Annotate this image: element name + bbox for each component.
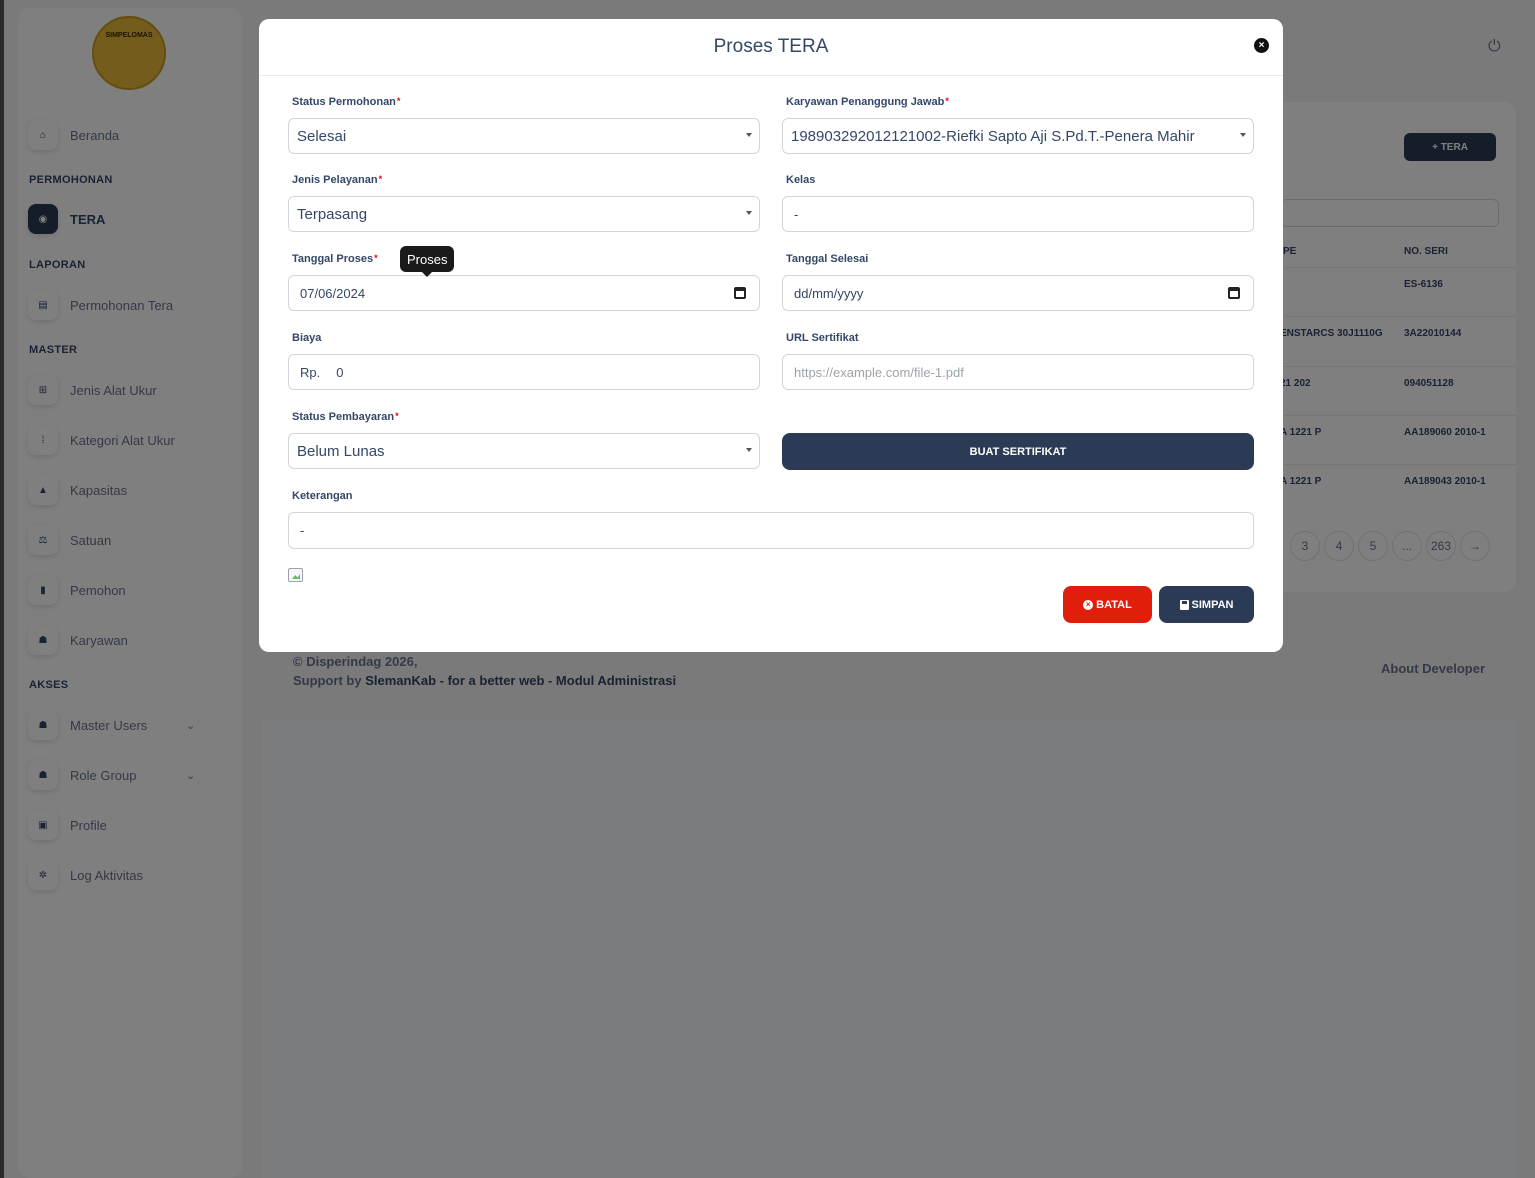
calendar-icon[interactable]	[1228, 287, 1240, 299]
jenis-pelayanan-select[interactable]: Terpasang	[288, 196, 760, 232]
modal-header: Proses TERA ×	[259, 19, 1283, 76]
dropdown-caret-icon	[746, 448, 752, 452]
url-sertifikat-input[interactable]: https://example.com/file-1.pdf	[782, 354, 1254, 390]
dropdown-caret-icon	[746, 211, 752, 215]
required-mark: *	[945, 96, 949, 106]
buat-sertifikat-button[interactable]: BUAT SERTIFIKAT	[782, 433, 1254, 470]
broken-image-icon	[288, 568, 303, 582]
label-tanggal-proses: Tanggal Proses*	[292, 253, 378, 265]
currency-prefix: Rp.	[300, 364, 321, 380]
label-tanggal-selesai: Tanggal Selesai	[786, 253, 869, 265]
tanggal-selesai-date-input[interactable]: dd/mm/yyyy	[782, 275, 1254, 311]
modal-title: Proses TERA	[713, 36, 829, 57]
status-pembayaran-select[interactable]: Belum Lunas	[288, 433, 760, 469]
status-permohonan-select[interactable]: Selesai	[288, 118, 760, 154]
label-url-sertifikat: URL Sertifikat	[786, 332, 859, 344]
url-sertifikat-placeholder: https://example.com/file-1.pdf	[794, 364, 964, 380]
calendar-icon[interactable]	[734, 287, 746, 299]
karyawan-select[interactable]: 198903292012121002-Riefki Sapto Aji S.Pd…	[782, 118, 1254, 154]
cancel-circle-icon: ×	[1083, 599, 1094, 610]
close-icon[interactable]: ×	[1254, 38, 1269, 53]
required-mark: *	[378, 174, 383, 184]
dropdown-caret-icon	[1240, 133, 1246, 137]
tanggal-proses-date-input[interactable]: 07/06/2024	[288, 275, 760, 311]
proses-tooltip: Proses	[400, 246, 455, 277]
label-karyawan: Karyawan Penanggung Jawab*	[786, 96, 949, 108]
label-kelas: Kelas	[786, 174, 816, 186]
batal-button[interactable]: × BATAL	[1063, 586, 1152, 623]
proses-tera-modal: Proses TERA ×	[259, 19, 1283, 652]
simpan-button[interactable]: SIMPAN	[1159, 586, 1254, 623]
keterangan-input[interactable]: -	[288, 512, 1254, 549]
kelas-input[interactable]: -	[782, 196, 1254, 232]
label-status-permohonan: Status Permohonan*	[292, 96, 401, 108]
label-status-pembayaran: Status Pembayaran*	[292, 411, 399, 423]
required-mark: *	[395, 411, 399, 421]
required-mark: *	[396, 96, 401, 106]
biaya-input[interactable]: Rp. 0	[288, 354, 760, 390]
required-mark: *	[374, 253, 378, 263]
save-icon	[1179, 599, 1189, 610]
label-keterangan: Keterangan	[292, 490, 353, 502]
label-jenis-pelayanan: Jenis Pelayanan*	[292, 174, 383, 186]
dropdown-caret-icon	[746, 133, 752, 137]
label-biaya: Biaya	[292, 332, 322, 344]
